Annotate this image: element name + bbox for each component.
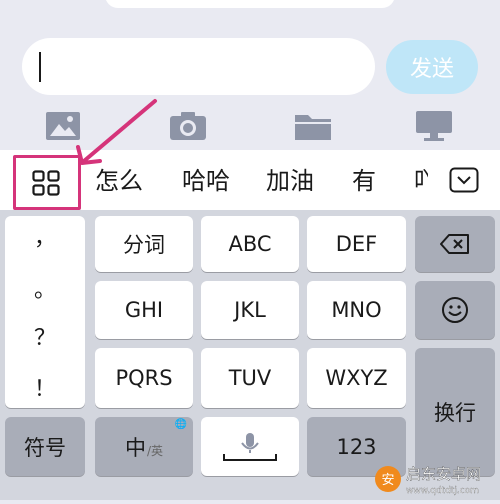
grid-menu-icon[interactable] [32, 170, 60, 200]
key-abc[interactable]: ABC [201, 216, 299, 272]
annotation-arrow [76, 99, 157, 165]
smiley-icon [442, 297, 468, 323]
message-input[interactable] [22, 38, 375, 95]
desktop-icon[interactable] [414, 106, 454, 146]
camera-icon[interactable] [168, 106, 208, 146]
language-sub-label: /英 [146, 444, 164, 458]
microphone-icon [223, 432, 277, 461]
watermark-url: www.qdtdtj.com [406, 486, 479, 496]
send-button[interactable]: 发送 [386, 40, 478, 94]
candidate-word[interactable]: 有 [352, 165, 376, 197]
text-caret [39, 52, 41, 82]
symbols-key[interactable]: 符号 [5, 417, 85, 476]
message-bubble [105, 0, 395, 8]
language-label: 中 [124, 435, 146, 460]
candidate-word[interactable]: 吖 [414, 165, 428, 197]
collapse-keyboard-icon[interactable] [449, 167, 479, 197]
key-ghi[interactable]: GHI [95, 281, 193, 339]
space-key[interactable] [201, 417, 299, 476]
punctuation-column[interactable]: ， 。 ？ ！ [5, 216, 85, 408]
key-jkl[interactable]: JKL [201, 281, 299, 339]
backspace-icon [440, 234, 469, 254]
candidate-word[interactable]: 哈哈 [182, 165, 230, 197]
punctuation-key[interactable]: ！ [5, 371, 85, 403]
punctuation-key[interactable]: ， [5, 220, 85, 252]
language-switch-key[interactable]: 中/英 🌐 [95, 417, 193, 476]
candidate-word[interactable]: 加油 [266, 165, 314, 197]
punctuation-key[interactable]: ？ [5, 320, 85, 352]
key-fenci[interactable]: 分词 [95, 216, 193, 272]
backspace-key[interactable] [415, 216, 495, 272]
key-pqrs[interactable]: PQRS [95, 348, 193, 408]
svg-text:安: 安 [381, 473, 394, 488]
key-mno[interactable]: MNO [307, 281, 406, 339]
site-watermark: 安 启东安卓网 www.qdtdtj.com [372, 458, 500, 500]
key-def[interactable]: DEF [307, 216, 406, 272]
watermark-title: 启东安卓网 [406, 465, 481, 483]
punctuation-key[interactable]: 。 [5, 272, 85, 304]
emoji-key[interactable] [415, 281, 495, 339]
newline-key[interactable]: 换行 [415, 348, 495, 476]
globe-icon: 🌐 [174, 419, 187, 430]
folder-icon[interactable] [293, 106, 333, 146]
key-tuv[interactable]: TUV [201, 348, 299, 408]
key-wxyz[interactable]: WXYZ [307, 348, 406, 408]
